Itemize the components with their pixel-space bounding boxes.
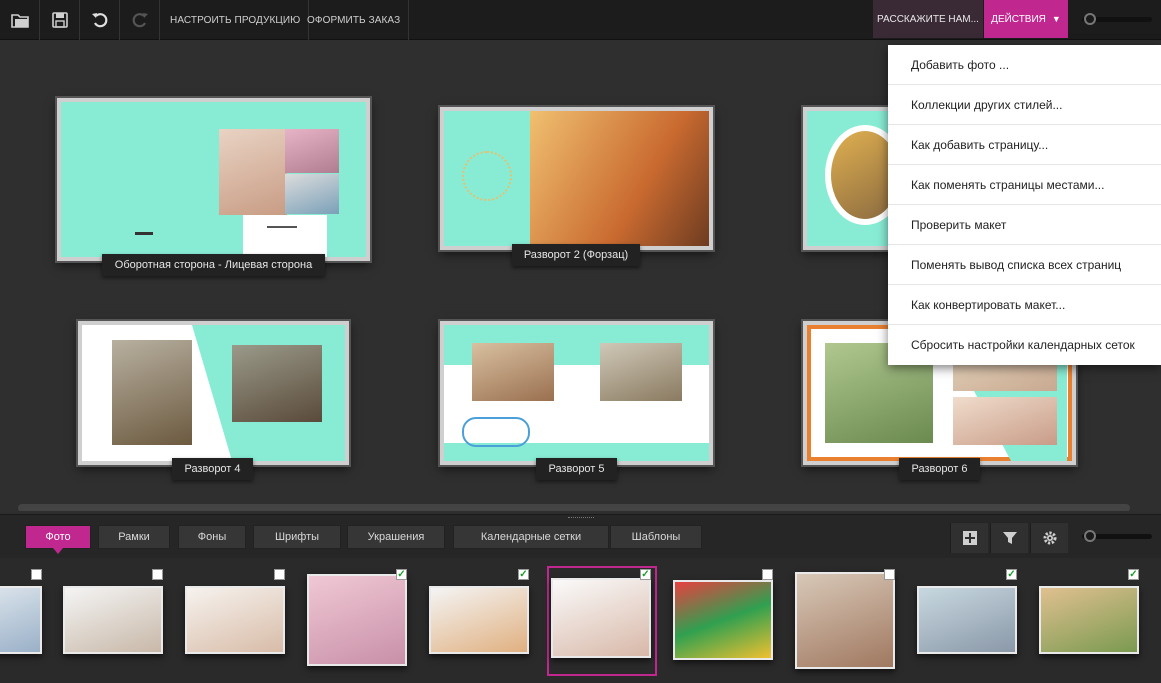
photo-image bbox=[553, 580, 649, 656]
feedback-label: РАССКАЖИТЕ НАМ... bbox=[877, 13, 979, 25]
menu-item[interactable]: Поменять вывод списка всех страниц bbox=[888, 245, 1161, 285]
actions-dropdown-button[interactable]: ДЕЙСТВИЯ ▼ bbox=[984, 0, 1068, 38]
photo-thumbnail[interactable] bbox=[185, 586, 285, 654]
photo-slot[interactable] bbox=[232, 345, 322, 422]
photo-used-checkbox[interactable]: ✓ bbox=[1128, 569, 1139, 580]
chevron-down-icon: ▼ bbox=[1051, 14, 1061, 24]
photobook-editor: НАСТРОИТЬ ПРОДУКЦИЮ ОФОРМИТЬ ЗАКАЗ РАССК… bbox=[0, 0, 1161, 683]
feedback-button[interactable]: РАССКАЖИТЕ НАМ... bbox=[873, 0, 983, 38]
photo-thumbnail[interactable] bbox=[307, 574, 407, 666]
photo-thumbnail[interactable] bbox=[0, 586, 42, 654]
redo-button[interactable] bbox=[120, 0, 160, 40]
zoom-knob[interactable] bbox=[1084, 13, 1096, 25]
photo-thumbnail[interactable] bbox=[63, 586, 163, 654]
photo-image bbox=[675, 582, 771, 658]
spread-2[interactable] bbox=[440, 107, 713, 250]
photo-used-checkbox[interactable]: ✓ bbox=[396, 569, 407, 580]
spread-4[interactable] bbox=[78, 321, 349, 465]
photo-used-checkbox[interactable] bbox=[274, 569, 285, 580]
top-toolbar: НАСТРОИТЬ ПРОДУКЦИЮ ОФОРМИТЬ ЗАКАЗ РАССК… bbox=[0, 0, 1161, 40]
photo-slot[interactable] bbox=[530, 111, 709, 246]
photo-strip: ✓ ✓ ✓ ✓ ✓ bbox=[0, 558, 1161, 683]
redo-icon bbox=[132, 13, 148, 28]
photo-slot[interactable] bbox=[219, 129, 287, 215]
menu-item[interactable]: Как поменять страницы местами... bbox=[888, 165, 1161, 205]
place-order-button[interactable]: ОФОРМИТЬ ЗАКАЗ bbox=[299, 0, 410, 40]
zoom-slider-bottom[interactable] bbox=[1082, 528, 1152, 544]
photo-image bbox=[919, 588, 1015, 652]
add-button[interactable] bbox=[950, 523, 988, 553]
menu-item[interactable]: Сбросить настройки календарных сеток bbox=[888, 325, 1161, 365]
horizontal-scrollbar[interactable] bbox=[18, 504, 1130, 511]
photo-used-checkbox[interactable]: ✓ bbox=[640, 569, 651, 580]
menu-item[interactable]: Коллекции других стилей... bbox=[888, 85, 1161, 125]
filter-button[interactable] bbox=[990, 523, 1028, 553]
tab-4[interactable]: Шрифты bbox=[253, 525, 341, 549]
photo-used-checkbox[interactable] bbox=[31, 569, 42, 580]
photo-thumbnail[interactable] bbox=[917, 586, 1017, 654]
photo-image bbox=[431, 588, 527, 652]
undo-button[interactable] bbox=[80, 0, 120, 40]
spread-label: Оборотная сторона - Лицевая сторона bbox=[102, 254, 325, 276]
photo-slot[interactable] bbox=[285, 174, 339, 214]
menu-item[interactable]: Как добавить страницу... bbox=[888, 125, 1161, 165]
photo-thumbnail[interactable] bbox=[673, 580, 773, 660]
photo-image bbox=[309, 576, 405, 664]
spread-cover[interactable] bbox=[57, 98, 370, 261]
spread-5[interactable] bbox=[440, 321, 713, 465]
photo-thumbnail[interactable] bbox=[795, 572, 895, 669]
spread-label: Разворот 5 bbox=[536, 458, 617, 480]
save-icon bbox=[51, 12, 68, 28]
photo-thumbnail[interactable] bbox=[429, 586, 529, 654]
spread-label: Разворот 6 bbox=[899, 458, 980, 480]
menu-item[interactable]: Добавить фото ... bbox=[888, 45, 1161, 85]
open-button[interactable] bbox=[0, 0, 40, 40]
photo-image bbox=[797, 574, 893, 667]
tab-7[interactable]: Шаблоны bbox=[610, 525, 702, 549]
photo-thumbnail[interactable] bbox=[1039, 586, 1139, 654]
panel-resize-grip[interactable] bbox=[568, 517, 594, 520]
photo-used-checkbox[interactable]: ✓ bbox=[518, 569, 529, 580]
photo-used-checkbox[interactable] bbox=[884, 569, 895, 580]
save-button[interactable] bbox=[40, 0, 80, 40]
zoom-knob[interactable] bbox=[1084, 530, 1096, 542]
actions-label: ДЕЙСТВИЯ bbox=[991, 13, 1046, 25]
customize-product-button[interactable]: НАСТРОИТЬ ПРОДУКЦИЮ bbox=[162, 0, 310, 40]
photo-slot[interactable] bbox=[112, 340, 192, 445]
photo-used-checkbox[interactable] bbox=[762, 569, 773, 580]
menu-item[interactable]: Как конвертировать макет... bbox=[888, 285, 1161, 325]
spread-label: Разворот 4 bbox=[172, 458, 253, 480]
photo-image bbox=[65, 588, 161, 652]
photo-slot[interactable] bbox=[285, 129, 339, 173]
photo-used-checkbox[interactable]: ✓ bbox=[1006, 569, 1017, 580]
tab-6[interactable]: Календарные сетки bbox=[453, 525, 609, 549]
photo-slot[interactable] bbox=[953, 397, 1057, 445]
folder-icon bbox=[10, 14, 29, 28]
undo-icon bbox=[91, 13, 107, 28]
menu-item[interactable]: Проверить макет bbox=[888, 205, 1161, 245]
photo-image bbox=[1041, 588, 1137, 652]
photo-image bbox=[187, 588, 283, 652]
tab-2[interactable]: Рамки bbox=[98, 525, 170, 549]
spread-label: Разворот 2 (Форзац) bbox=[512, 244, 640, 266]
asset-tabbar: Фото Рамки Фоны Шрифты Украшения Календарные … bbox=[0, 514, 1161, 558]
add-icon bbox=[962, 531, 977, 545]
tab-1[interactable]: Фото bbox=[25, 525, 91, 554]
photo-slot[interactable] bbox=[600, 343, 682, 401]
photo-image bbox=[0, 588, 40, 652]
tab-3[interactable]: Фоны bbox=[178, 525, 246, 549]
gear-icon bbox=[1043, 531, 1056, 545]
actions-menu: Добавить фото ... Коллекции других стилей… bbox=[888, 45, 1161, 365]
photo-slot[interactable] bbox=[472, 343, 554, 401]
photo-used-checkbox[interactable] bbox=[152, 569, 163, 580]
photo-thumbnail[interactable] bbox=[551, 578, 651, 658]
tab-5[interactable]: Украшения bbox=[347, 525, 445, 549]
settings-button[interactable] bbox=[1030, 523, 1068, 553]
filter-icon bbox=[1002, 532, 1017, 544]
zoom-slider-top[interactable] bbox=[1082, 11, 1152, 27]
